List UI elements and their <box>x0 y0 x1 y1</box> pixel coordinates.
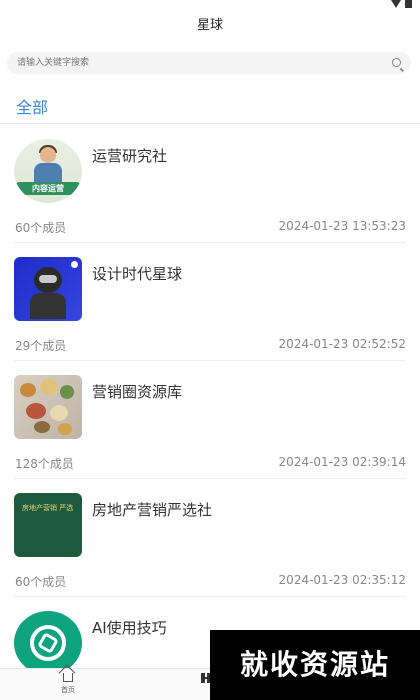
timestamp: 2024-01-23 02:39:14 <box>278 455 406 469</box>
thumbnail-banner-text: 内容运营 <box>32 184 64 193</box>
robot-visor <box>39 275 57 283</box>
thumbnail-caption: 房地产营销 严选 <box>22 504 74 512</box>
food-piece <box>34 421 50 433</box>
timestamp: 2024-01-23 02:52:52 <box>278 337 406 351</box>
group-name: 营销圈资源库 <box>92 383 183 401</box>
group-name: 设计时代星球 <box>92 265 183 283</box>
food-piece <box>40 379 58 395</box>
group-thumbnail <box>14 611 82 675</box>
food-piece <box>50 405 68 421</box>
group-name: AI使用技巧 <box>92 619 167 637</box>
header: 星球 <box>0 10 420 42</box>
home-icon <box>63 673 73 682</box>
badge-icon <box>71 261 78 268</box>
group-name: 房地产营销严选社 <box>92 501 213 519</box>
status-icons <box>391 0 412 8</box>
page-title: 星球 <box>196 18 223 33</box>
tab-home-label: 首页 <box>61 686 75 694</box>
food-piece <box>58 423 72 435</box>
list-item[interactable]: 房地产营销 严选 房地产营销严选社 60个成员 2024-01-23 02:35… <box>0 479 420 597</box>
robot-body <box>30 293 66 319</box>
list-item[interactable]: 设计时代星球 29个成员 2024-01-23 02:52:52 <box>0 243 420 361</box>
member-count: 128个成员 <box>15 457 74 471</box>
group-thumbnail: 内容运营 <box>14 139 82 203</box>
search-input[interactable]: 请输入关键字搜索 <box>17 52 89 74</box>
watermark: 就收资源站 <box>210 630 420 700</box>
group-thumbnail <box>14 257 82 321</box>
wifi-icon <box>391 0 401 8</box>
timestamp: 2024-01-23 02:35:12 <box>278 573 406 587</box>
filter-divider <box>0 123 420 124</box>
person-head <box>40 147 56 163</box>
thumbnail-banner: 内容运营 <box>16 182 80 195</box>
group-thumbnail <box>14 375 82 439</box>
group-thumbnail: 房地产营销 严选 <box>14 493 82 557</box>
member-count: 60个成员 <box>15 221 67 235</box>
search-bar[interactable]: 请输入关键字搜索 <box>7 52 411 74</box>
search-icon[interactable] <box>392 58 401 67</box>
tab-home[interactable]: 首页 <box>48 673 88 695</box>
food-piece <box>20 383 36 397</box>
food-piece <box>26 403 46 419</box>
signal-icon <box>405 0 412 8</box>
watermark-text: 就收资源站 <box>239 648 390 681</box>
timestamp: 2024-01-23 13:53:23 <box>278 219 406 233</box>
food-piece <box>60 385 74 399</box>
list-item[interactable]: 内容运营 运营研究社 60个成员 2024-01-23 13:53:23 <box>0 125 420 243</box>
filter-all-tab[interactable]: 全部 <box>16 94 48 118</box>
list-item[interactable]: 营销圈资源库 128个成员 2024-01-23 02:39:14 <box>0 361 420 479</box>
group-name: 运营研究社 <box>92 147 168 165</box>
member-count: 60个成员 <box>15 575 67 589</box>
member-count: 29个成员 <box>15 339 67 353</box>
